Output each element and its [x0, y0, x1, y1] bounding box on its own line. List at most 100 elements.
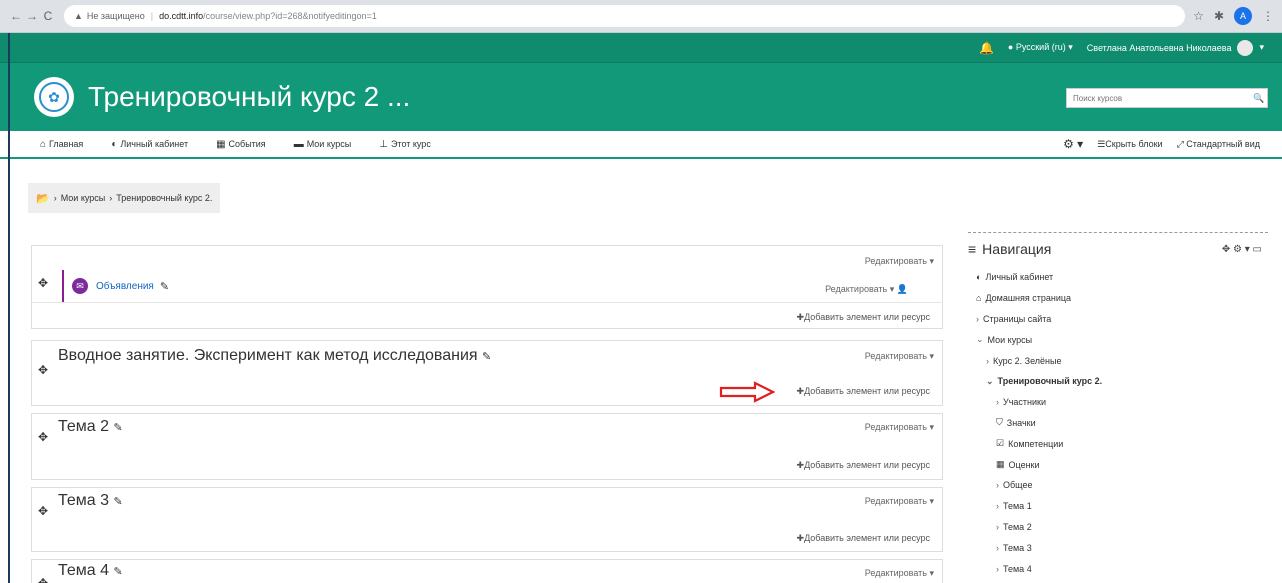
nav-tree-item[interactable]: › Участники [968, 392, 1268, 413]
search-icon[interactable]: 🔍 [1251, 93, 1267, 104]
nav-label: Личный кабинет [120, 139, 189, 149]
nav-item-my-courses[interactable]: ▬ Мои курсы [294, 139, 352, 150]
dashboard-icon: ◐ [111, 138, 118, 150]
warning-icon: ▲ [74, 11, 83, 21]
nav-tree-item[interactable]: ▦ Оценки [968, 454, 1268, 475]
move-icon[interactable]: ✥ [38, 430, 48, 444]
add-resource-button[interactable]: ✚Добавить элемент или ресурс [797, 386, 930, 397]
add-resource-button[interactable]: ✚Добавить элемент или ресурс [797, 312, 930, 323]
move-icon[interactable]: ✥ [38, 576, 48, 583]
nav-tree-label: Тренировочный курс 2. [997, 376, 1103, 387]
hide-blocks-button[interactable]: ☰Скрыть блоки [1097, 139, 1162, 150]
nav-item-this-course[interactable]: ⊥ Этот курс [379, 139, 431, 150]
nav-tree-item-current[interactable]: ⌄ Тренировочный курс 2. [968, 371, 1268, 392]
nav-tree-item[interactable]: › Страницы сайта [968, 309, 1268, 330]
breadcrumb-separator: › [53, 193, 57, 203]
pencil-icon[interactable]: ✎ [113, 422, 122, 434]
section-edit-menu[interactable]: Редактировать ▾ [865, 351, 934, 362]
forward-icon[interactable]: → [24, 9, 40, 23]
breadcrumb-item[interactable]: Мои курсы [61, 193, 106, 203]
standard-view-button[interactable]: ⤢ Стандартный вид [1177, 139, 1260, 150]
bell-icon[interactable]: 🔔 [979, 41, 994, 55]
nav-item-dashboard[interactable]: ◐ Личный кабинет [111, 139, 188, 150]
profile-avatar[interactable]: A [1234, 7, 1252, 25]
add-resource-button[interactable]: ✚Добавить элемент или ресурс [797, 533, 930, 544]
menu-icon[interactable]: ⋮ [1262, 9, 1274, 23]
move-icon[interactable]: ✥ [38, 363, 48, 377]
reload-icon[interactable]: C [40, 9, 56, 23]
add-label: Добавить элемент или ресурс [804, 533, 930, 543]
home-icon: ⌂ [40, 138, 47, 150]
add-resource-button[interactable]: ✚Добавить элемент или ресурс [797, 460, 930, 471]
move-icon[interactable]: ✥ [38, 504, 48, 518]
moodle-topbar: 🔔 ● Русский (ru) ▾ Светлана Анатольевна … [0, 33, 1282, 63]
nav-tree-item[interactable]: ☑ Компетенции [968, 433, 1268, 454]
activity-link[interactable]: Объявления [96, 281, 154, 292]
activity-announcements: ✉ Объявления ✎ [62, 270, 169, 302]
address-bar[interactable]: ▲ Не защищено | do.cdtt.info/course/view… [64, 5, 1186, 27]
breadcrumb-item[interactable]: Тренировочный курс 2. [116, 193, 212, 203]
nav-tree-item[interactable]: › Общее [968, 475, 1268, 496]
section-title-text: Тема 3 [58, 492, 110, 509]
nav-tree-label: Мои курсы [987, 334, 1033, 345]
gear-icon[interactable]: ⚙ ▾ [1063, 137, 1083, 151]
pencil-icon[interactable]: ✎ [482, 351, 491, 363]
user-menu[interactable]: Светлана Анатольевна Николаева ▾ [1086, 39, 1264, 56]
nav-tree-item[interactable]: › Тема 3 [968, 537, 1268, 558]
calendar-icon: ▦ [216, 138, 226, 150]
edit-label: Редактировать [825, 284, 888, 294]
checkbox-icon: ☑ [996, 438, 1005, 449]
nav-tree-label: Личный кабинет [985, 272, 1054, 283]
page-title: Тренировочный курс 2 ... [88, 81, 411, 112]
language-label: Русский (ru) [1015, 42, 1066, 52]
divider [32, 302, 942, 303]
nav-item-events[interactable]: ▦ События [216, 139, 266, 150]
block-tools[interactable]: ✥ ⚙ ▾ ▭ [1222, 244, 1268, 255]
nav-tree-item[interactable]: › Тема 1 [968, 496, 1268, 517]
search-input[interactable] [1067, 93, 1251, 103]
nav-label: События [228, 139, 266, 149]
url-path: /course/view.php?id=268&notifyeditingon=… [203, 11, 377, 21]
nav-tree-item[interactable]: ⌄ Мои курсы [968, 329, 1268, 350]
expand-icon: ⤢ [1176, 138, 1184, 149]
star-icon[interactable]: ☆ [1193, 9, 1204, 23]
section-edit-menu[interactable]: Редактировать ▾ [865, 256, 934, 267]
nav-tree-label: Оценки [1008, 459, 1040, 470]
language-menu[interactable]: ● Русский (ru) ▾ [1008, 42, 1073, 53]
user-name: Светлана Анатольевна Николаева [1086, 42, 1232, 53]
nav-tree-item[interactable]: ⌂ Домашняя страница [968, 288, 1268, 309]
move-icon[interactable]: ✥ [38, 276, 48, 290]
plus-icon: ✚ [796, 386, 805, 396]
address-separator: | [150, 11, 154, 21]
pencil-icon[interactable]: ✎ [160, 280, 169, 293]
chevron-down-icon: ▾ [1259, 42, 1264, 52]
section-edit-menu[interactable]: Редактировать ▾ [865, 422, 934, 433]
globe-icon: ● [1007, 42, 1014, 52]
pencil-icon[interactable]: ✎ [113, 496, 122, 508]
browser-extensions: ☆ ✱ A ⋮ [1193, 7, 1274, 25]
shield-icon: ⛉ [996, 417, 1003, 428]
nav-tree-label: Тема 1 [1003, 501, 1032, 512]
sitemap-icon: ⊥ [379, 138, 388, 150]
nav-item-home[interactable]: ⌂ Главная [40, 139, 83, 150]
nav-tree-label: Тема 3 [1003, 542, 1032, 553]
nav-tree-item[interactable]: › Тема 2 [968, 517, 1268, 538]
extensions-icon[interactable]: ✱ [1214, 9, 1224, 23]
site-logo[interactable]: ✿ [34, 77, 74, 117]
nav-tree-item[interactable]: › Тема 4 [968, 558, 1268, 579]
nav-tree-item[interactable]: ⛉ Значки [968, 413, 1268, 434]
main-navbar: ⌂ Главная ◐ Личный кабинет ▦ События ▬ Мои к… [0, 131, 1282, 159]
pencil-icon[interactable]: ✎ [113, 566, 122, 578]
nav-tree-label: Значки [1006, 417, 1036, 428]
nav-tree-item[interactable]: › Курс 2. Зелёные [968, 350, 1268, 371]
add-label: Добавить элемент или ресурс [804, 386, 930, 396]
nav-tree-item[interactable]: ◐ Личный кабинет [968, 267, 1268, 288]
edit-label: Редактировать [864, 351, 927, 361]
section-edit-menu[interactable]: Редактировать ▾ [865, 568, 934, 579]
back-icon[interactable]: ← [8, 9, 24, 23]
section-edit-menu[interactable]: Редактировать ▾ [865, 496, 934, 507]
activity-edit-menu[interactable]: Редактировать ▾ 👤 [825, 284, 908, 295]
plus-icon: ✚ [796, 533, 805, 543]
navigation-block-title: Навигация [982, 241, 1052, 257]
section-title: Тема 4 ✎ [58, 562, 123, 580]
